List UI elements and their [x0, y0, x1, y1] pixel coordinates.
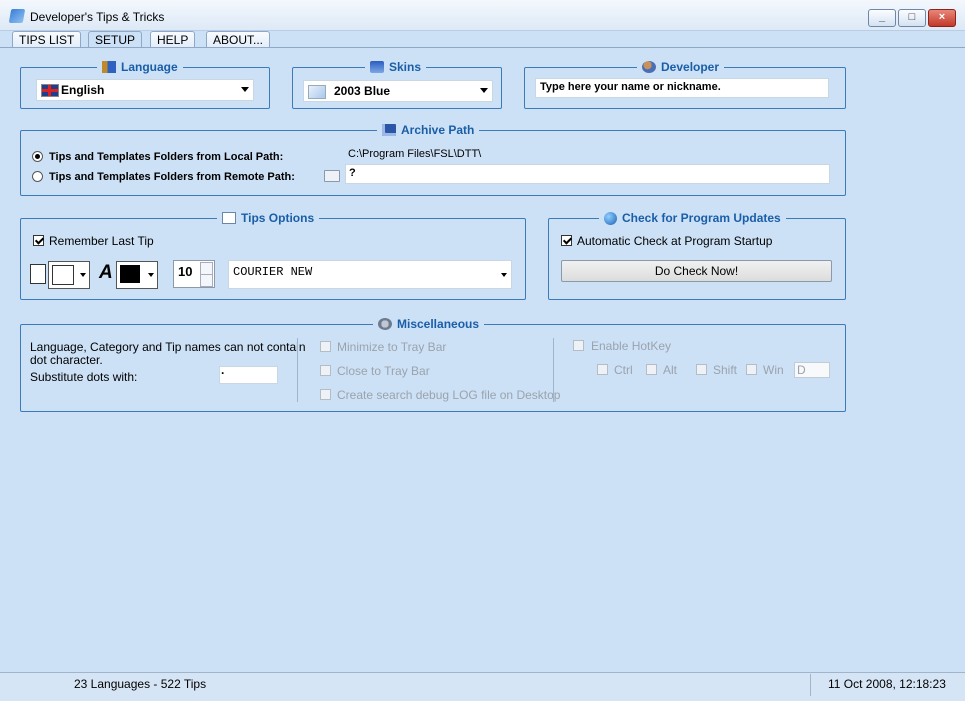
tab-setup[interactable]: SETUP [88, 31, 143, 48]
documents-icon [222, 212, 236, 224]
minimize-tray-label: Minimize to Tray Bar [337, 340, 447, 354]
updates-title: Check for Program Updates [622, 211, 781, 225]
tab-help[interactable]: HELP [150, 31, 196, 48]
folder-browse-icon[interactable] [324, 170, 340, 182]
font-color-swatch [120, 265, 140, 283]
gears-icon [378, 318, 392, 330]
font-size-stepper[interactable]: 10 [173, 260, 215, 288]
alt-checkbox[interactable] [646, 364, 657, 375]
enable-hotkey-checkbox[interactable] [573, 340, 584, 351]
status-counts: 23 Languages - 522 Tips [74, 677, 207, 691]
font-name-select[interactable]: COURIER NEW [228, 260, 512, 289]
app-icon [8, 9, 26, 23]
remember-last-tip-label: Remember Last Tip [49, 234, 154, 248]
local-path-value: C:\Program Files\FSL\DTT\ [348, 148, 482, 160]
chevron-down-icon [501, 273, 507, 277]
status-datetime: 11 Oct 2008, 12:18:23 [828, 677, 946, 691]
minimize-icon: _ [878, 11, 886, 23]
chevron-down-icon [480, 88, 488, 93]
tab-strip-divider [0, 47, 965, 48]
hotkey-key-value: D [797, 363, 806, 377]
developer-name-input[interactable]: Type here your name or nickname. [535, 78, 829, 98]
remember-last-tip-checkbox[interactable] [33, 235, 44, 246]
font-color-picker[interactable] [116, 261, 158, 289]
skins-title: Skins [389, 60, 422, 74]
language-select[interactable]: English [36, 79, 254, 101]
misc-title: Miscellaneous [397, 317, 480, 331]
shift-checkbox[interactable] [696, 364, 707, 375]
chevron-down-icon [241, 87, 249, 92]
win-checkbox[interactable] [746, 364, 757, 375]
remote-path-value: ? [349, 167, 356, 179]
shift-label: Shift [713, 363, 738, 377]
floppy-disk-icon [382, 124, 396, 136]
font-color-icon: A [99, 262, 113, 283]
language-flag-icon [102, 61, 116, 73]
misc-divider [553, 338, 554, 402]
tab-tips-list[interactable]: TIPS LIST [12, 31, 82, 48]
remote-path-radio[interactable] [32, 171, 43, 182]
auto-check-label: Automatic Check at Program Startup [577, 234, 773, 248]
maximize-button[interactable]: □ [898, 9, 926, 27]
minimize-button[interactable]: _ [868, 9, 896, 27]
hotkey-key-input[interactable]: D [794, 362, 830, 378]
language-selected: English [61, 83, 105, 97]
monitor-icon [370, 61, 384, 73]
skin-swatch-icon [308, 85, 326, 99]
archive-path-group: Archive Path [20, 123, 846, 196]
win-label: Win [763, 363, 784, 377]
check-now-button[interactable]: Do Check Now! [561, 260, 832, 282]
misc-note-line2: dot character. [30, 353, 103, 367]
auto-check-checkbox[interactable] [561, 235, 572, 246]
archive-title: Archive Path [401, 123, 475, 137]
debug-log-label: Create search debug LOG file on Desktop [337, 388, 561, 402]
remote-path-label: Tips and Templates Folders from Remote P… [49, 171, 295, 183]
skins-selected: 2003 Blue [334, 84, 391, 98]
language-title: Language [121, 60, 178, 74]
developer-title: Developer [661, 60, 720, 74]
chevron-down-icon [80, 273, 86, 277]
remote-path-input[interactable]: ? [345, 164, 830, 184]
background-color-swatch [52, 265, 74, 285]
developer-placeholder: Type here your name or nickname. [540, 81, 721, 93]
maximize-icon: □ [908, 11, 916, 23]
close-button[interactable]: × [928, 9, 956, 27]
font-name-value: COURIER NEW [233, 265, 313, 279]
tab-about[interactable]: ABOUT... [206, 31, 271, 48]
user-help-icon [642, 61, 656, 73]
misc-note-line1: Language, Category and Tip names can not… [30, 340, 306, 354]
close-icon: × [938, 11, 946, 23]
stepper-down-icon[interactable] [200, 274, 213, 287]
local-path-radio[interactable] [32, 151, 43, 162]
status-divider [810, 674, 811, 696]
misc-divider [297, 338, 298, 402]
window-title: Developer's Tips & Tricks [30, 10, 165, 24]
substitute-input[interactable]: · [219, 366, 278, 384]
close-tray-checkbox[interactable] [320, 365, 331, 376]
font-size-value: 10 [178, 264, 193, 279]
updates-group: Check for Program Updates [548, 211, 846, 300]
enable-hotkey-label: Enable HotKey [591, 339, 672, 353]
close-tray-label: Close to Tray Bar [337, 364, 430, 378]
substitute-label: Substitute dots with: [30, 370, 138, 384]
tips-options-title: Tips Options [241, 211, 315, 225]
ctrl-label: Ctrl [614, 363, 633, 377]
debug-log-checkbox[interactable] [320, 389, 331, 400]
skins-select[interactable]: 2003 Blue [303, 80, 493, 102]
minimize-tray-checkbox[interactable] [320, 341, 331, 352]
globe-icon [604, 211, 617, 225]
alt-label: Alt [663, 363, 678, 377]
background-color-picker[interactable] [48, 261, 90, 289]
local-path-label: Tips and Templates Folders from Local Pa… [49, 151, 284, 163]
uk-flag-icon [41, 84, 59, 97]
substitute-value: · [221, 366, 225, 380]
transparent-toggle[interactable] [30, 264, 46, 284]
chevron-down-icon [148, 273, 154, 277]
ctrl-checkbox[interactable] [597, 364, 608, 375]
